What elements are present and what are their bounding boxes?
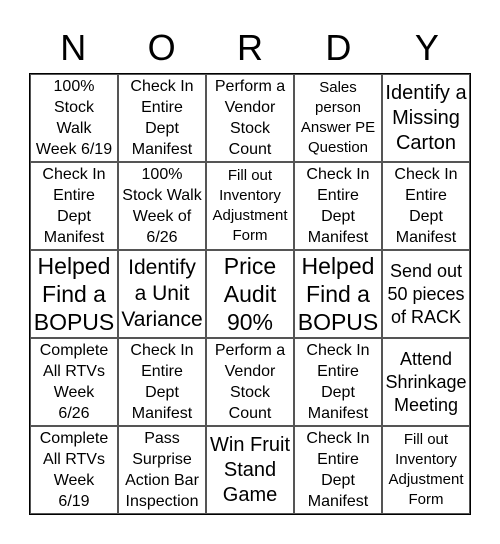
- bingo-cell[interactable]: 100% Stock Walk Week 6/19: [30, 74, 118, 162]
- bingo-cell[interactable]: Check In Entire Dept Manifest: [382, 162, 470, 250]
- header-letter-d: D: [325, 27, 352, 68]
- header-letter-o: O: [147, 27, 176, 68]
- bingo-cell[interactable]: Perform a Vendor Stock Count: [206, 74, 294, 162]
- header-letter-n: N: [60, 27, 87, 68]
- bingo-cell[interactable]: Complete All RTVs Week 6/26: [30, 338, 118, 426]
- bingo-cell-center[interactable]: Price Audit 90%: [206, 250, 294, 338]
- bingo-cell[interactable]: 100% Stock Walk Week of 6/26: [118, 162, 206, 250]
- bingo-cell[interactable]: Helped Find a BOPUS: [30, 250, 118, 338]
- header-letter-y: Y: [414, 27, 439, 68]
- bingo-cell[interactable]: Perform a Vendor Stock Count: [206, 338, 294, 426]
- header-letter-r: R: [237, 27, 264, 68]
- bingo-cell[interactable]: Identify a Unit Variance: [118, 250, 206, 338]
- bingo-cell[interactable]: Helped Find a BOPUS: [294, 250, 382, 338]
- bingo-cell[interactable]: Check In Entire Dept Manifest: [294, 426, 382, 514]
- bingo-cell[interactable]: Win Fruit Stand Game: [206, 426, 294, 514]
- bingo-cell[interactable]: Send out 50 pieces of RACK: [382, 250, 470, 338]
- bingo-cell[interactable]: Sales person Answer PE Question: [294, 74, 382, 162]
- bingo-cell[interactable]: Check In Entire Dept Manifest: [118, 74, 206, 162]
- bingo-cell[interactable]: Attend Shrinkage Meeting: [382, 338, 470, 426]
- bingo-cell[interactable]: Fill out Inventory Adjustment Form: [382, 426, 470, 514]
- bingo-grid: 100% Stock Walk Week 6/19 Check In Entir…: [29, 73, 471, 515]
- bingo-header: N O R D Y: [29, 26, 471, 70]
- bingo-cell[interactable]: Complete All RTVs Week 6/19: [30, 426, 118, 514]
- bingo-cell[interactable]: Check In Entire Dept Manifest: [294, 338, 382, 426]
- bingo-cell[interactable]: Identify a Missing Carton: [382, 74, 470, 162]
- bingo-cell[interactable]: Check In Entire Dept Manifest: [30, 162, 118, 250]
- bingo-cell[interactable]: Pass Surprise Action Bar Inspection: [118, 426, 206, 514]
- bingo-cell[interactable]: Check In Entire Dept Manifest: [294, 162, 382, 250]
- bingo-cell[interactable]: Check In Entire Dept Manifest: [118, 338, 206, 426]
- bingo-cell[interactable]: Fill out Inventory Adjustment Form: [206, 162, 294, 250]
